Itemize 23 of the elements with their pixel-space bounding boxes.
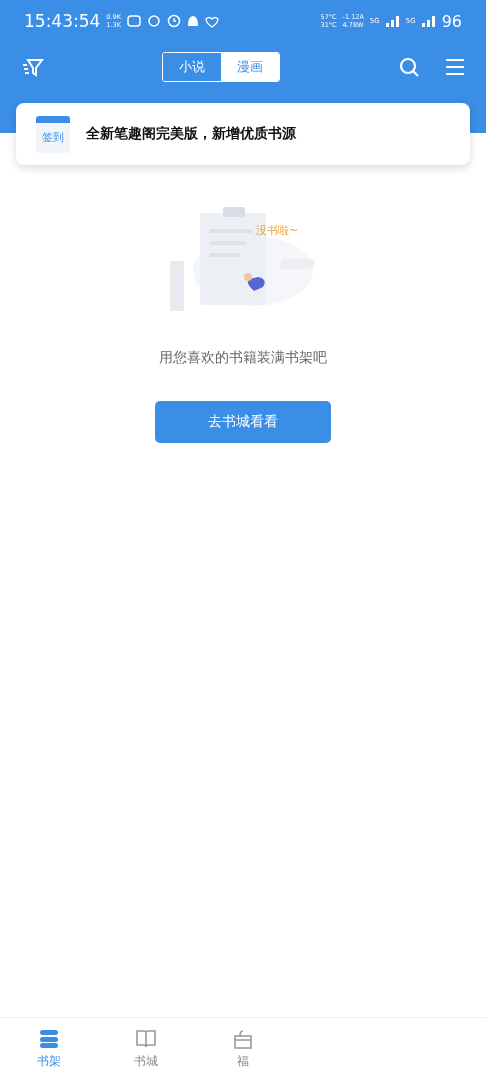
notice-text: 全新笔趣阁完美版，新增优质书源 (86, 125, 296, 143)
signal-icon (421, 15, 436, 27)
nav-tab[interactable]: 福 (194, 1018, 292, 1080)
filter-icon[interactable] (22, 56, 44, 78)
book-icon (134, 1028, 157, 1049)
heart-icon (204, 14, 219, 28)
battery-level: 96 (441, 11, 462, 31)
calendar-icon: 签到 (36, 115, 70, 153)
empty-message: 用您喜欢的书籍装满书架吧 (159, 349, 327, 367)
gift-icon (232, 1028, 254, 1049)
clock-time: 15:43:54 (24, 11, 101, 31)
search-icon[interactable] (398, 56, 420, 78)
books-icon (37, 1028, 60, 1049)
signal-icon (385, 15, 400, 27)
illustration-caption: 没书啦~ (256, 223, 299, 238)
menu-icon[interactable] (444, 56, 466, 78)
go-to-store-button[interactable]: 去书城看看 (155, 401, 331, 443)
notice-card[interactable]: 签到 全新笔趣阁完美版，新增优质书源 (16, 103, 470, 165)
bell-icon (186, 14, 199, 28)
category-tab[interactable]: 漫画 (221, 53, 279, 81)
nav-tab[interactable]: 书架 (0, 1018, 98, 1080)
nav-tab[interactable]: 书城 (97, 1018, 195, 1080)
clock-icon (166, 14, 181, 28)
